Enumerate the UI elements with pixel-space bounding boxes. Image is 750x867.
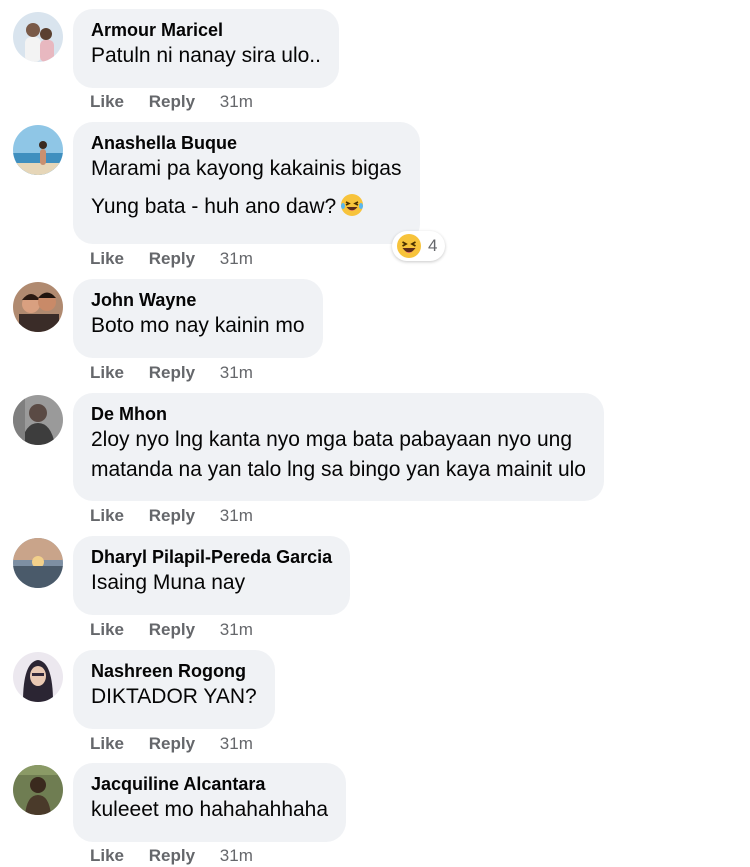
avatar[interactable]: [13, 395, 63, 445]
comment-actions: Like Reply 31m: [90, 363, 253, 383]
avatar-image: [13, 765, 63, 815]
reply-button[interactable]: Reply: [149, 363, 195, 382]
avatar-image: [13, 12, 63, 62]
like-button[interactable]: Like: [90, 506, 124, 525]
comment-text: kuleeet mo hahahahhaha: [91, 798, 329, 821]
reply-button[interactable]: Reply: [149, 734, 195, 753]
haha-reaction-icon: [397, 234, 421, 258]
comment-text: DIKTADOR YAN?: [91, 685, 257, 708]
like-button[interactable]: Like: [90, 92, 124, 111]
comment-text: Isaing Muna nay: [91, 571, 246, 594]
reply-button[interactable]: Reply: [149, 620, 195, 639]
reply-button[interactable]: Reply: [149, 506, 195, 525]
comment-timestamp[interactable]: 31m: [220, 506, 253, 525]
comment-timestamp[interactable]: 31m: [220, 92, 253, 111]
reaction-count: 4: [428, 236, 438, 255]
like-button[interactable]: Like: [90, 249, 124, 268]
avatar[interactable]: [13, 282, 63, 332]
comment-author[interactable]: Anashella Buque: [91, 132, 402, 154]
like-button[interactable]: Like: [90, 363, 124, 382]
comment-timestamp[interactable]: 31m: [220, 846, 253, 865]
comment-bubble: Armour Maricel Patuln ni nanay sira ulo.…: [73, 9, 339, 88]
comment-timestamp[interactable]: 31m: [220, 363, 253, 382]
comment-actions: Like Reply 31m: [90, 92, 253, 112]
comment-author[interactable]: Nashreen Rogong: [91, 660, 257, 682]
comment-timestamp[interactable]: 31m: [220, 734, 253, 753]
avatar-image: [13, 395, 63, 445]
like-button[interactable]: Like: [90, 734, 124, 753]
comment-timestamp[interactable]: 31m: [220, 249, 253, 268]
comment-text: Patuln ni nanay sira ulo..: [91, 44, 321, 67]
comment-text: Marami pa kayong kakainis bigas: [91, 157, 402, 180]
comment-actions: Like Reply 31m: [90, 620, 253, 640]
comment-text-line: Yung bata - huh ano daw?: [91, 192, 402, 222]
avatar[interactable]: [13, 12, 63, 62]
comment-bubble: Dharyl Pilapil-Pereda Garcia Isaing Muna…: [73, 536, 351, 615]
laughing-tears-emoji-icon: [341, 194, 364, 216]
avatar-image: [13, 652, 63, 702]
comment-text: matanda na yan talo lng sa bingo yan kay…: [91, 458, 586, 481]
comment-actions: Like Reply 31m: [90, 846, 253, 866]
like-button[interactable]: Like: [90, 620, 124, 639]
comment-author[interactable]: Dharyl Pilapil-Pereda Garcia: [91, 546, 332, 568]
comment-author[interactable]: John Wayne: [91, 289, 305, 311]
avatar[interactable]: [13, 538, 63, 588]
comment-bubble: Anashella Buque Marami pa kayong kakaini…: [73, 122, 420, 244]
comment-text: 2loy nyo lng kanta nyo mga bata pabayaan…: [91, 428, 573, 451]
comment-bubble: John Wayne Boto mo nay kainin mo: [73, 279, 323, 358]
comment-actions: Like Reply 31m: [90, 506, 253, 526]
avatar[interactable]: [13, 652, 63, 702]
reply-button[interactable]: Reply: [149, 846, 195, 865]
comment-text: Boto mo nay kainin mo: [91, 314, 305, 337]
like-button[interactable]: Like: [90, 846, 124, 865]
avatar-image: [13, 538, 63, 588]
comment-actions: Like Reply 31m: [90, 249, 253, 269]
comment-text: Yung bata - huh ano daw?: [91, 195, 337, 218]
reply-button[interactable]: Reply: [149, 249, 195, 268]
avatar-image: [13, 125, 63, 175]
comment-bubble: De Mhon 2loy nyo lng kanta nyo mga bata …: [73, 393, 604, 501]
avatar-image: [13, 282, 63, 332]
reply-button[interactable]: Reply: [149, 92, 195, 111]
comment-author[interactable]: De Mhon: [91, 403, 586, 425]
comment-bubble: Jacquiline Alcantara kuleeet mo hahahahh…: [73, 763, 347, 842]
avatar[interactable]: [13, 765, 63, 815]
comment-bubble: Nashreen Rogong DIKTADOR YAN?: [73, 650, 275, 729]
comment-author[interactable]: Armour Maricel: [91, 19, 321, 41]
reaction-summary[interactable]: 4: [392, 231, 446, 261]
comment-actions: Like Reply 31m: [90, 734, 253, 754]
avatar[interactable]: [13, 125, 63, 175]
comment-timestamp[interactable]: 31m: [220, 620, 253, 639]
comment-author[interactable]: Jacquiline Alcantara: [91, 773, 328, 795]
